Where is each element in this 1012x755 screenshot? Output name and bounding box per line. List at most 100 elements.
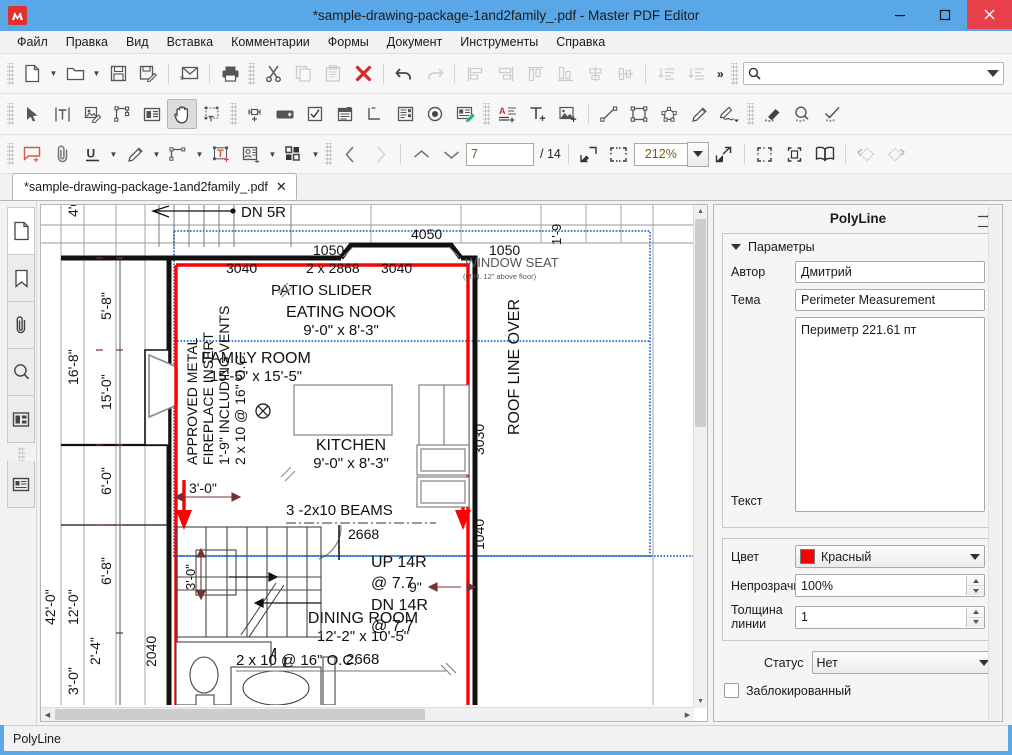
sidebar-item-search[interactable] [7, 349, 35, 396]
shapes-icon[interactable] [279, 139, 309, 169]
add-link-icon[interactable] [240, 99, 270, 129]
scroll-up-icon[interactable]: ▲ [694, 205, 707, 218]
zoom-to-selection-icon[interactable] [709, 139, 739, 169]
fit-width-icon[interactable] [750, 139, 780, 169]
underline-dropdown-icon[interactable]: ▼ [107, 140, 120, 168]
highlight-pencil-icon[interactable] [120, 139, 150, 169]
rotate-left-icon[interactable] [851, 139, 881, 169]
draw-rectangle-icon[interactable] [624, 99, 654, 129]
menu-edit[interactable]: Правка [57, 33, 117, 51]
linewidth-stepper[interactable]: 1 [795, 606, 985, 629]
undo-icon[interactable] [389, 59, 419, 89]
pdf-viewer[interactable]: DN 5R [40, 204, 708, 722]
snapshot-icon[interactable] [197, 99, 227, 129]
fit-visible-icon[interactable] [780, 139, 810, 169]
sidebar-item-pages[interactable] [7, 207, 35, 255]
page-number-input[interactable]: 7 [466, 143, 534, 166]
form-fields-icon[interactable] [137, 99, 167, 129]
annot-grip-2[interactable] [325, 143, 332, 165]
freehand-icon[interactable] [714, 99, 744, 129]
close-button[interactable] [967, 0, 1012, 29]
text-area[interactable]: Периметр 221.61 пт [795, 317, 985, 512]
text-field-icon[interactable] [270, 99, 300, 129]
menu-file[interactable]: Файл [8, 33, 57, 51]
draw-polygon-icon[interactable] [654, 99, 684, 129]
search-box[interactable] [743, 62, 1004, 85]
magnify-icon[interactable] [787, 99, 817, 129]
pencil-dropdown-icon[interactable]: ▼ [150, 140, 163, 168]
opacity-stepper[interactable]: 100% [795, 574, 985, 597]
align-center-vertical-icon[interactable] [580, 59, 610, 89]
spin-up-icon[interactable] [967, 576, 984, 586]
panel-scrollbar[interactable] [988, 206, 1001, 720]
toolbar-grip-2[interactable] [248, 63, 255, 85]
align-right-icon[interactable] [490, 59, 520, 89]
rotate-right-icon[interactable] [881, 139, 911, 169]
menu-comments[interactable]: Комментарии [222, 33, 319, 51]
vertical-scroll-thumb[interactable] [695, 219, 706, 427]
save-icon[interactable] [103, 59, 133, 89]
redo-icon[interactable] [419, 59, 449, 89]
sidebar-item-layers[interactable] [7, 396, 35, 443]
locked-row[interactable]: Заблокированный [724, 683, 994, 698]
align-center-horizontal-icon[interactable] [610, 59, 640, 89]
spin-up-icon[interactable] [967, 608, 984, 618]
copy-icon[interactable] [288, 59, 318, 89]
add-image-icon[interactable] [553, 99, 583, 129]
text-box-icon[interactable]: T [206, 139, 236, 169]
sidebar-item-signatures[interactable] [7, 461, 35, 508]
distribute-vertical-icon[interactable] [651, 59, 681, 89]
add-text-block-icon[interactable]: A [493, 99, 523, 129]
minimize-button[interactable] [877, 0, 922, 29]
hand-tool-icon[interactable] [167, 99, 197, 129]
toolbar-grip[interactable] [7, 63, 14, 85]
next-view-icon[interactable] [365, 139, 395, 169]
text-select-icon[interactable] [47, 99, 77, 129]
two-page-view-icon[interactable] [810, 139, 840, 169]
scroll-left-icon[interactable]: ◀ [41, 708, 54, 721]
add-note-icon[interactable] [17, 139, 47, 169]
search-input[interactable] [765, 66, 983, 82]
maximize-button[interactable] [922, 0, 967, 29]
shapes-dropdown-icon[interactable]: ▼ [309, 140, 322, 168]
zoom-level-input[interactable]: 212% [634, 143, 687, 166]
color-combo[interactable]: Красный [795, 545, 985, 568]
group-header[interactable]: Параметры [731, 240, 985, 254]
open-document-icon[interactable] [60, 59, 90, 89]
sidebar-splitter[interactable] [18, 447, 25, 461]
viewer-vertical-scrollbar[interactable]: ▲ ▼ [693, 205, 707, 708]
check-mark-icon[interactable] [817, 99, 847, 129]
horizontal-scroll-thumb[interactable] [55, 709, 425, 720]
underline-text-icon[interactable]: U [77, 139, 107, 169]
edit-object-icon[interactable] [77, 99, 107, 129]
viewer-horizontal-scrollbar[interactable]: ◀ ▶ [41, 707, 694, 721]
open-document-dropdown-icon[interactable]: ▼ [90, 60, 103, 88]
scroll-down-icon[interactable]: ▼ [694, 695, 707, 708]
edit-shape-icon[interactable] [107, 99, 137, 129]
tools-grip-2[interactable] [230, 103, 237, 125]
previous-view-icon[interactable] [335, 139, 365, 169]
zoom-dropdown-icon[interactable] [687, 142, 709, 167]
stamp-icon[interactable] [236, 139, 266, 169]
listbox-field-icon[interactable] [360, 99, 390, 129]
eraser-icon[interactable] [757, 99, 787, 129]
toolbar-grip-3[interactable] [731, 63, 738, 85]
close-icon[interactable]: ✕ [276, 180, 287, 193]
signature-field-icon[interactable] [450, 99, 480, 129]
radio-field-icon[interactable] [420, 99, 450, 129]
annot-grip[interactable] [7, 143, 14, 165]
delete-icon[interactable] [348, 59, 378, 89]
subject-input[interactable]: Perimeter Measurement [795, 289, 985, 311]
stamp-dropdown-icon[interactable]: ▼ [266, 140, 279, 168]
sidebar-item-attachments[interactable] [7, 302, 35, 349]
tools-grip[interactable] [7, 103, 14, 125]
sidebar-item-bookmarks[interactable] [7, 255, 35, 302]
fit-page-icon[interactable] [604, 139, 634, 169]
next-page-icon[interactable] [436, 139, 466, 169]
select-cursor-icon[interactable] [17, 99, 47, 129]
spin-down-icon[interactable] [967, 586, 984, 595]
measure-dropdown-icon[interactable]: ▼ [193, 140, 206, 168]
linewidth-spin-buttons[interactable] [966, 608, 984, 627]
previous-page-icon[interactable] [406, 139, 436, 169]
scroll-right-icon[interactable]: ▶ [681, 708, 694, 721]
